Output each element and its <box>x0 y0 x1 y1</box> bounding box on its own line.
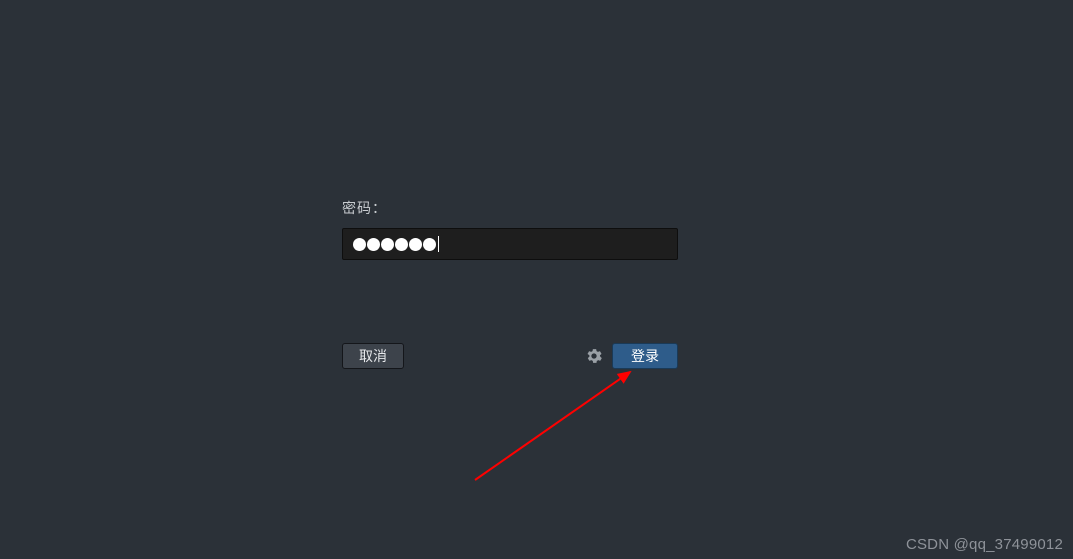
button-row: 取消 登录 <box>342 343 678 369</box>
password-dot <box>395 238 408 251</box>
annotation-arrow <box>465 350 665 490</box>
password-dot <box>409 238 422 251</box>
login-form: 密码： <box>342 198 682 260</box>
login-button[interactable]: 登录 <box>612 343 678 369</box>
login-group: 登录 <box>586 343 678 369</box>
password-dot <box>367 238 380 251</box>
password-dot <box>381 238 394 251</box>
password-dot <box>423 238 436 251</box>
password-masked-value <box>353 233 667 255</box>
gear-icon[interactable] <box>586 348 602 364</box>
password-dot <box>353 238 366 251</box>
cancel-button[interactable]: 取消 <box>342 343 404 369</box>
watermark-text: CSDN @qq_37499012 <box>906 536 1063 553</box>
password-field[interactable] <box>342 228 678 260</box>
password-label: 密码： <box>342 198 682 218</box>
text-caret <box>438 236 439 252</box>
